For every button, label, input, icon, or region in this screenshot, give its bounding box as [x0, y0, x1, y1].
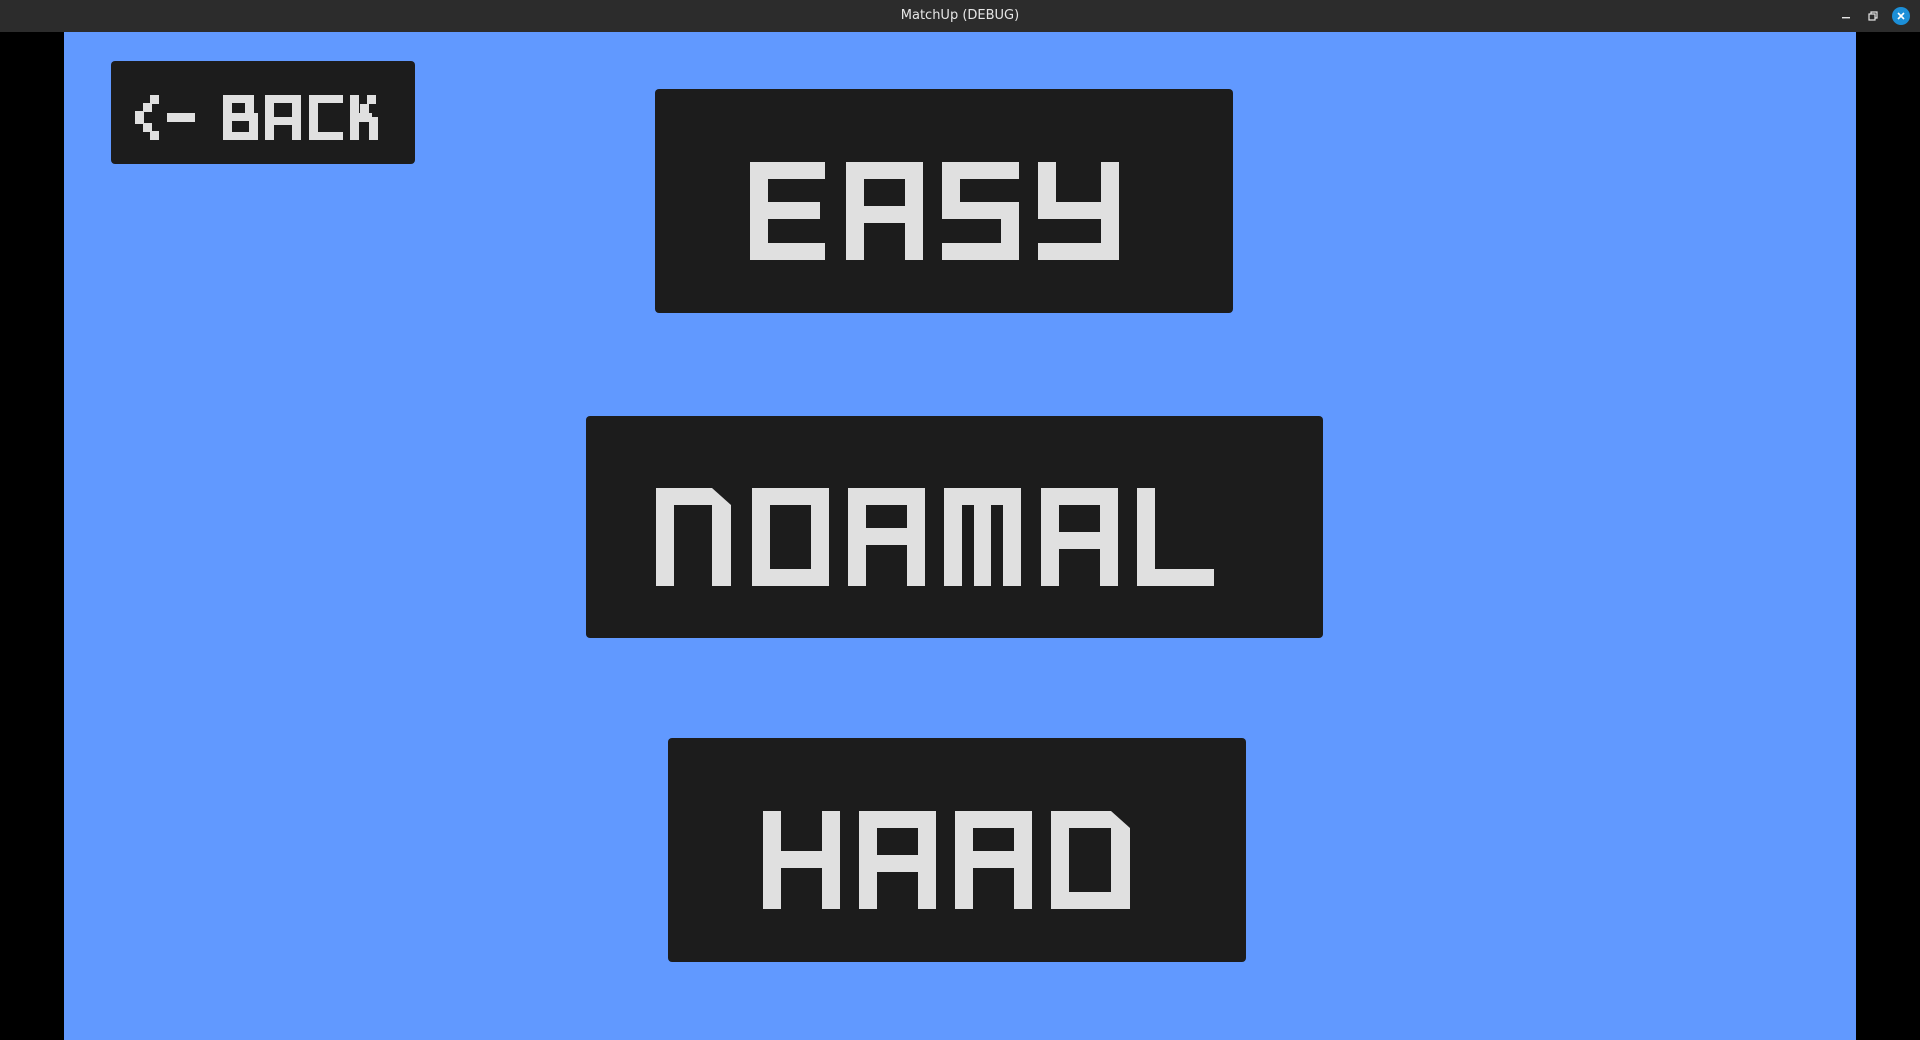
window-title: MatchUp (DEBUG) [900, 8, 1020, 23]
normal-label-glyphs [656, 488, 1214, 586]
letterbox-right [1856, 32, 1920, 1040]
normal-button-label: NORMAL [586, 416, 587, 417]
hard-label-glyphs [763, 811, 1130, 909]
hard-button[interactable]: HARD [668, 738, 1246, 962]
easy-label-glyphs [750, 162, 1119, 260]
close-button[interactable] [1892, 7, 1910, 25]
title-bar: MatchUp (DEBUG) [0, 0, 1920, 32]
game-viewport: <- BACK [64, 32, 1856, 1040]
minimize-button[interactable] [1837, 7, 1855, 25]
minimize-icon [1842, 17, 1850, 19]
close-icon [1897, 12, 1905, 20]
restore-icon [1868, 11, 1878, 21]
easy-button[interactable]: EASY [655, 89, 1233, 313]
hard-button-label: HARD [668, 738, 669, 739]
letterbox-left [0, 32, 64, 1040]
back-button[interactable]: <- BACK [111, 61, 415, 164]
easy-button-label: EASY [655, 89, 656, 90]
back-label-glyphs [135, 95, 378, 140]
restore-button[interactable] [1864, 7, 1882, 25]
normal-button[interactable]: NORMAL [586, 416, 1323, 638]
back-button-label: <- BACK [111, 61, 112, 62]
